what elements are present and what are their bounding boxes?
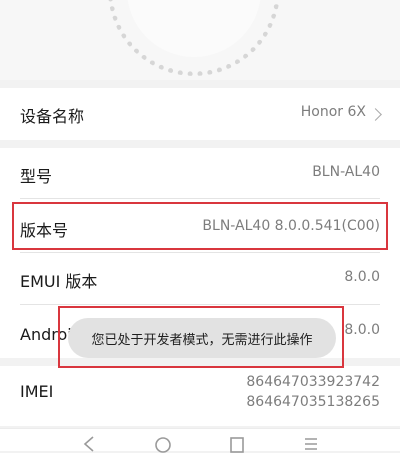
model-value: BLN-AL40 bbox=[312, 164, 380, 180]
emui-version-label: EMUI 版本 bbox=[20, 272, 98, 291]
divider bbox=[20, 198, 380, 199]
emui-version-value: 8.0.0 bbox=[344, 269, 380, 285]
recents-icon[interactable] bbox=[228, 435, 246, 453]
device-name-value: Honor 6X bbox=[300, 104, 366, 120]
home-icon[interactable] bbox=[154, 435, 172, 453]
model-label: 型号 bbox=[20, 167, 53, 186]
android-version-value: 8.0.0 bbox=[344, 322, 380, 338]
developer-mode-toast: 您已处于开发者模式，无需进行此操作 bbox=[68, 318, 336, 358]
navigation-bar bbox=[0, 428, 400, 453]
chevron-right-icon bbox=[369, 108, 382, 121]
emui-version-row: EMUI 版本 8.0.0 bbox=[0, 254, 400, 304]
divider bbox=[20, 304, 380, 305]
back-icon[interactable] bbox=[80, 435, 98, 453]
device-name-group: 设备名称 Honor 6X bbox=[0, 88, 400, 140]
device-name-label: 设备名称 bbox=[20, 107, 85, 126]
device-name-row[interactable]: 设备名称 Honor 6X bbox=[0, 88, 400, 140]
model-row: 型号 BLN-AL40 bbox=[0, 148, 400, 198]
imei-value-2: 864647035138265 bbox=[246, 394, 380, 410]
imei-group: IMEI 864647033923742 864647035138265 bbox=[0, 366, 400, 426]
storage-dial-area bbox=[0, 0, 400, 80]
imei-value-1: 864647033923742 bbox=[246, 374, 380, 390]
storage-dial bbox=[108, 0, 280, 76]
toast-message: 您已处于开发者模式，无需进行此操作 bbox=[91, 332, 313, 348]
imei-row: IMEI 864647033923742 864647035138265 bbox=[0, 366, 400, 426]
imei-label: IMEI bbox=[20, 382, 54, 401]
menu-icon[interactable] bbox=[302, 435, 320, 453]
build-number-highlight bbox=[12, 202, 388, 250]
divider bbox=[20, 252, 380, 253]
